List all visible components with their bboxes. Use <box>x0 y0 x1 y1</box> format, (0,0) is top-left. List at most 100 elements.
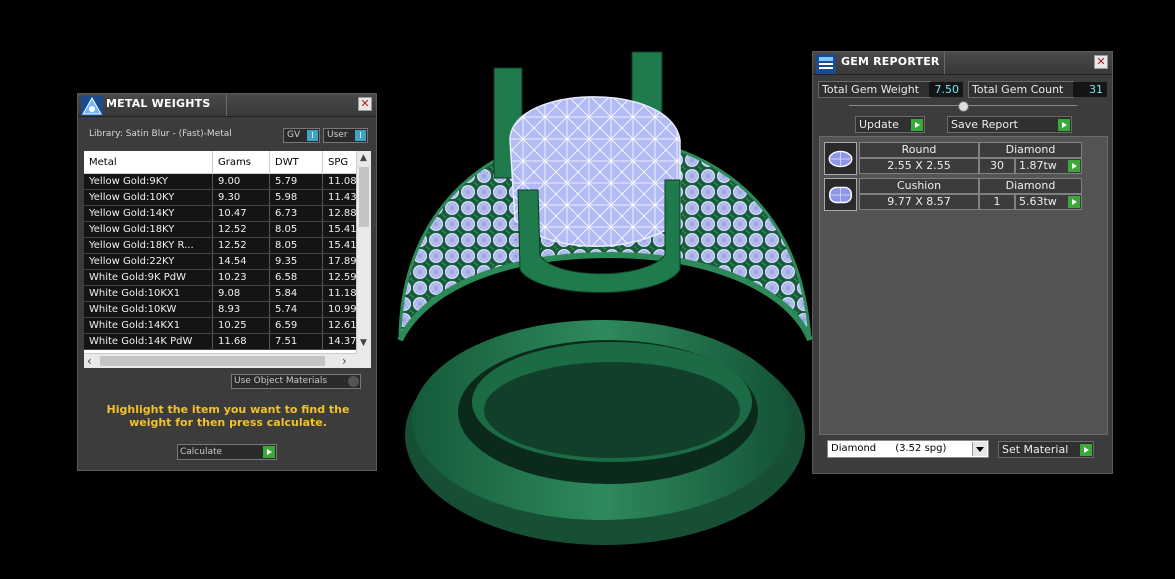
gem-list[interactable]: Round Diamond 2.55 X 2.55 30 1.87tw Cush… <box>819 136 1108 435</box>
scroll-down-icon[interactable]: ▼ <box>360 337 367 349</box>
table-cell: 12.52 <box>212 237 270 254</box>
table-cell: 10.23 <box>212 269 270 286</box>
table-cell: Yellow Gold:10KY <box>84 189 213 206</box>
table-cell: Yellow Gold:14KY <box>84 205 213 222</box>
gem-shape: Cushion <box>859 178 979 194</box>
dropdown-arrow-icon[interactable] <box>972 442 987 456</box>
close-icon[interactable]: ✕ <box>1094 55 1108 69</box>
metal-weights-titlebar[interactable]: METAL WEIGHTS ✕ <box>78 94 376 117</box>
gem-weight[interactable]: 1.87tw <box>1015 158 1082 174</box>
table-cell: 9.35 <box>269 253 323 270</box>
table-cell: 6.58 <box>269 269 323 286</box>
scroll-thumb[interactable] <box>359 167 369 227</box>
go-arrow-icon <box>1058 119 1070 131</box>
metal-weights-panel: METAL WEIGHTS ✕ Library: Satin Blur - (F… <box>77 93 377 471</box>
table-cell: Yellow Gold:22KY <box>84 253 213 270</box>
table-cell: 9.08 <box>212 285 270 302</box>
metal-weights-icon <box>81 96 103 116</box>
table-row[interactable]: White Gold:14KX1 10.25 6.59 12.61 <box>84 317 364 334</box>
table-cell: 14.54 <box>212 253 270 270</box>
cushion-gem-icon <box>824 178 857 211</box>
total-gem-weight-label: Total Gem Weight <box>818 81 931 98</box>
gem-material: Diamond <box>979 142 1082 158</box>
material-select[interactable]: Diamond (3.52 spg) <box>827 440 989 458</box>
gem-row[interactable]: Cushion Diamond 9.77 X 8.57 1 5.63tw <box>824 178 1082 214</box>
table-cell: 7.51 <box>269 333 323 350</box>
ring-shank <box>405 320 805 545</box>
table-cell: 5.84 <box>269 285 323 302</box>
table-cell: 11.68 <box>212 333 270 350</box>
total-gem-count-label: Total Gem Count <box>968 81 1074 98</box>
column-header[interactable]: Metal <box>84 151 213 174</box>
column-header[interactable]: DWT <box>269 151 323 174</box>
table-cell: White Gold:10KX1 <box>84 285 213 302</box>
table-header: Metal Grams DWT SPG <box>84 151 364 174</box>
total-gem-weight-value: 7.50 <box>929 82 963 97</box>
total-gem-count-value: 31 <box>1073 82 1107 97</box>
vertical-scrollbar[interactable]: ▲ ▼ <box>356 151 371 368</box>
table-cell: 8.93 <box>212 301 270 318</box>
go-arrow-icon <box>1080 444 1092 456</box>
gem-size: 9.77 X 8.57 <box>859 194 979 210</box>
gv-toggle[interactable]: GV I <box>283 128 320 143</box>
table-cell: 5.74 <box>269 301 323 318</box>
table-row[interactable]: Yellow Gold:10KY 9.30 5.98 11.43 <box>84 189 364 206</box>
gem-reporter-icon <box>816 54 836 74</box>
set-material-button[interactable]: Set Material <box>998 441 1094 458</box>
go-arrow-icon <box>1068 160 1080 172</box>
table-row[interactable]: Yellow Gold:14KY 10.47 6.73 12.88 <box>84 205 364 222</box>
table-row[interactable]: White Gold:14K PdW 11.68 7.51 14.37 <box>84 333 364 350</box>
table-cell: Yellow Gold:18KY R... <box>84 237 213 254</box>
gem-reporter-titlebar[interactable]: GEM REPORTER ✕ <box>813 52 1112 75</box>
table-cell: Yellow Gold:9KY <box>84 173 213 190</box>
table-cell: 9.30 <box>212 189 270 206</box>
gem-row[interactable]: Round Diamond 2.55 X 2.55 30 1.87tw <box>824 142 1082 178</box>
table-cell: 5.98 <box>269 189 323 206</box>
gem-shape: Round <box>859 142 979 158</box>
user-toggle[interactable]: User I <box>323 128 368 143</box>
table-cell: 6.59 <box>269 317 323 334</box>
scroll-up-icon[interactable]: ▲ <box>360 152 367 164</box>
gem-size: 2.55 X 2.55 <box>859 158 979 174</box>
table-cell: 10.25 <box>212 317 270 334</box>
table-cell: 12.52 <box>212 221 270 238</box>
table-row[interactable]: White Gold:9K PdW 10.23 6.58 12.59 <box>84 269 364 286</box>
table-cell: White Gold:10KW <box>84 301 213 318</box>
table-row[interactable]: Yellow Gold:9KY 9.00 5.79 11.08 <box>84 173 364 190</box>
ring-model-viewport[interactable] <box>380 40 820 560</box>
close-icon[interactable]: ✕ <box>358 97 372 111</box>
save-report-button[interactable]: Save Report <box>947 116 1072 133</box>
table-cell: 8.05 <box>269 237 323 254</box>
horizontal-scrollbar[interactable]: ‹ › <box>84 353 357 368</box>
panel-title: METAL WEIGHTS <box>106 97 211 110</box>
table-cell: White Gold:14KX1 <box>84 317 213 334</box>
update-button[interactable]: Update <box>855 116 925 133</box>
use-object-materials-checkbox[interactable]: Use Object Materials <box>231 374 361 389</box>
table-cell: 6.73 <box>269 205 323 222</box>
round-gem-icon <box>824 142 857 175</box>
table-row[interactable]: White Gold:10KX1 9.08 5.84 11.18 <box>84 285 364 302</box>
panel-title: GEM REPORTER <box>841 55 940 68</box>
go-arrow-icon <box>263 446 275 458</box>
gem-material: Diamond <box>979 178 1082 194</box>
table-row[interactable]: Yellow Gold:22KY 14.54 9.35 17.89 <box>84 253 364 270</box>
calculate-button[interactable]: Calculate <box>177 444 277 460</box>
table-row[interactable]: Yellow Gold:18KY R... 12.52 8.05 15.41 <box>84 237 364 254</box>
collapse-toggle[interactable] <box>958 101 969 112</box>
go-arrow-icon <box>911 119 923 131</box>
scroll-thumb[interactable] <box>100 356 325 366</box>
column-header[interactable]: Grams <box>212 151 270 174</box>
table-row[interactable]: White Gold:10KW 8.93 5.74 10.99 <box>84 301 364 318</box>
scroll-right-icon[interactable]: › <box>342 355 347 367</box>
gem-count: 30 <box>979 158 1015 174</box>
table-row[interactable]: Yellow Gold:18KY 12.52 8.05 15.41 <box>84 221 364 238</box>
metal-weights-table[interactable]: Metal Grams DWT SPG Yellow Gold:9KY 9.00 5… <box>84 151 371 368</box>
gem-weight[interactable]: 5.63tw <box>1015 194 1082 210</box>
table-cell: White Gold:9K PdW <box>84 269 213 286</box>
table-cell: 8.05 <box>269 221 323 238</box>
go-arrow-icon <box>1068 196 1080 208</box>
scroll-left-icon[interactable]: ‹ <box>87 355 92 367</box>
table-cell: 10.47 <box>212 205 270 222</box>
table-cell: 9.00 <box>212 173 270 190</box>
instruction-text: Highlight the item you want to find the … <box>106 403 350 429</box>
